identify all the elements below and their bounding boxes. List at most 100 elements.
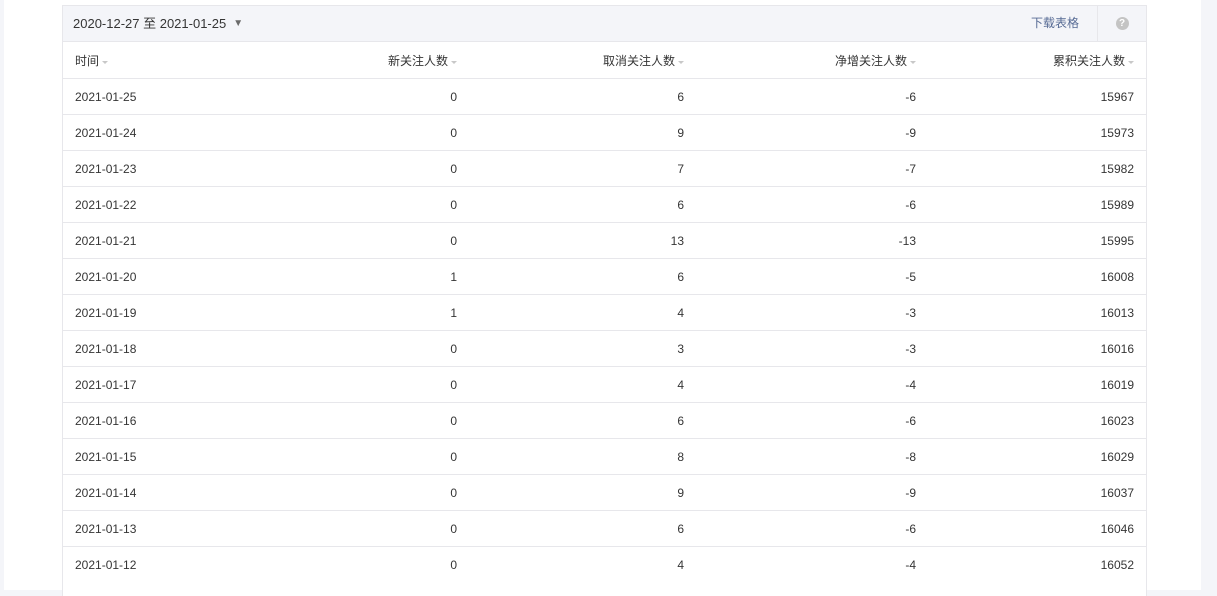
table-row: 2021-01-25 0 6 -6 15967: [63, 78, 1146, 115]
cell-date: 2021-01-14: [63, 474, 335, 511]
question-icon[interactable]: ?: [1115, 17, 1129, 30]
cell-total-follow: 16052: [916, 546, 1146, 582]
cell-date: 2021-01-15: [63, 438, 335, 475]
table-header-row: 时间 新关注人数 取消关注人数 净增关注人数 累积关注人数: [63, 42, 1146, 79]
cell-net-follow: -6: [684, 186, 916, 223]
cell-date: 2021-01-13: [63, 510, 335, 547]
cell-total-follow: 15982: [916, 150, 1146, 187]
cell-date: 2021-01-18: [63, 330, 335, 367]
cell-new-follow: 0: [335, 78, 457, 115]
help-cell: ?: [1097, 6, 1146, 41]
cell-total-follow: 15973: [916, 114, 1146, 151]
followers-table: 时间 新关注人数 取消关注人数 净增关注人数 累积关注人数 2021-01-25…: [63, 42, 1146, 582]
cell-date: 2021-01-23: [63, 150, 335, 187]
column-header-new-follow[interactable]: 新关注人数: [335, 42, 457, 79]
cell-new-follow: 0: [335, 222, 457, 259]
cell-net-follow: -9: [684, 114, 916, 151]
cell-cancel-follow: 13: [457, 222, 684, 259]
column-header-label: 累积关注人数: [1052, 53, 1125, 68]
table-row: 2021-01-18 0 3 -3 16016: [63, 330, 1146, 367]
column-header-net-follow[interactable]: 净增关注人数: [684, 42, 916, 79]
cell-date: 2021-01-19: [63, 294, 335, 331]
cell-net-follow: -3: [684, 294, 916, 331]
cell-new-follow: 0: [335, 150, 457, 187]
cell-new-follow: 0: [335, 186, 457, 223]
cell-new-follow: 0: [335, 330, 457, 367]
cell-net-follow: -6: [684, 78, 916, 115]
cell-net-follow: -13: [684, 222, 916, 259]
cell-total-follow: 15967: [916, 78, 1146, 115]
cell-cancel-follow: 6: [457, 78, 684, 115]
cell-cancel-follow: 6: [457, 402, 684, 439]
cell-new-follow: 1: [335, 294, 457, 331]
cell-date: 2021-01-24: [63, 114, 335, 151]
cell-cancel-follow: 9: [457, 474, 684, 511]
cell-net-follow: -4: [684, 366, 916, 403]
cell-date: 2021-01-16: [63, 402, 335, 439]
column-header-cancel-follow[interactable]: 取消关注人数: [457, 42, 684, 79]
cell-cancel-follow: 4: [457, 546, 684, 582]
page: 2020-12-27 至 2021-01-25 ▼ 下载表格 ? 时间 新关注人…: [4, 0, 1201, 596]
cell-total-follow: 15989: [916, 186, 1146, 223]
cell-date: 2021-01-17: [63, 366, 335, 403]
table-row: 2021-01-13 0 6 -6 16046: [63, 510, 1146, 547]
cell-cancel-follow: 7: [457, 150, 684, 187]
column-header-label: 新关注人数: [387, 53, 448, 68]
cell-total-follow: 16029: [916, 438, 1146, 475]
table-toolbar: 2020-12-27 至 2021-01-25 ▼ 下载表格 ?: [63, 6, 1146, 42]
cell-net-follow: -6: [684, 510, 916, 547]
cell-net-follow: -5: [684, 258, 916, 295]
date-range-picker[interactable]: 2020-12-27 至 2021-01-25 ▼: [73, 6, 243, 41]
cell-new-follow: 0: [335, 510, 457, 547]
cell-date: 2021-01-25: [63, 78, 335, 115]
sort-arrow-icon[interactable]: [678, 60, 684, 64]
table-row: 2021-01-15 0 8 -8 16029: [63, 438, 1146, 475]
table-row: 2021-01-14 0 9 -9 16037: [63, 474, 1146, 511]
sort-arrow-icon[interactable]: [1128, 60, 1134, 64]
sort-arrow-icon[interactable]: [102, 60, 109, 64]
cell-new-follow: 0: [335, 546, 457, 582]
sort-arrow-icon[interactable]: [910, 60, 916, 64]
cell-cancel-follow: 4: [457, 294, 684, 331]
column-header-date[interactable]: 时间: [63, 42, 335, 79]
table-row: 2021-01-21 0 13 -13 15995: [63, 222, 1146, 259]
table-row: 2021-01-16 0 6 -6 16023: [63, 402, 1146, 439]
column-header-label: 时间: [75, 53, 100, 68]
cell-net-follow: -7: [684, 150, 916, 187]
cell-new-follow: 1: [335, 258, 457, 295]
cell-cancel-follow: 6: [457, 510, 684, 547]
cell-new-follow: 0: [335, 366, 457, 403]
cell-net-follow: -8: [684, 438, 916, 475]
cell-new-follow: 0: [335, 402, 457, 439]
cell-total-follow: 16008: [916, 258, 1146, 295]
cell-date: 2021-01-22: [63, 186, 335, 223]
cell-date: 2021-01-20: [63, 258, 335, 295]
cell-total-follow: 16019: [916, 366, 1146, 403]
cell-net-follow: -9: [684, 474, 916, 511]
cell-cancel-follow: 9: [457, 114, 684, 151]
cell-new-follow: 0: [335, 474, 457, 511]
table-row: 2021-01-22 0 6 -6 15989: [63, 186, 1146, 223]
cell-total-follow: 15995: [916, 222, 1146, 259]
table-row: 2021-01-20 1 6 -5 16008: [63, 258, 1146, 295]
cell-total-follow: 16016: [916, 330, 1146, 367]
cell-cancel-follow: 6: [457, 258, 684, 295]
table-row: 2021-01-17 0 4 -4 16019: [63, 366, 1146, 403]
column-header-total-follow[interactable]: 累积关注人数: [916, 42, 1146, 79]
table-row: 2021-01-24 0 9 -9 15973: [63, 114, 1146, 151]
cell-total-follow: 16023: [916, 402, 1146, 439]
cell-date: 2021-01-12: [63, 546, 335, 582]
table-row: 2021-01-23 0 7 -7 15982: [63, 150, 1146, 187]
cell-cancel-follow: 3: [457, 330, 684, 367]
cell-new-follow: 0: [335, 438, 457, 475]
cell-new-follow: 0: [335, 114, 457, 151]
followers-data-panel: 2020-12-27 至 2021-01-25 ▼ 下载表格 ? 时间 新关注人…: [62, 5, 1147, 596]
column-header-label: 净增关注人数: [834, 53, 907, 68]
cell-cancel-follow: 4: [457, 366, 684, 403]
caret-down-icon: ▼: [233, 18, 244, 29]
download-table-link[interactable]: 下载表格: [1031, 6, 1079, 41]
sort-arrow-icon[interactable]: [451, 60, 457, 64]
table-row: 2021-01-12 0 4 -4 16052: [63, 546, 1146, 582]
cell-total-follow: 16037: [916, 474, 1146, 511]
cell-net-follow: -3: [684, 330, 916, 367]
